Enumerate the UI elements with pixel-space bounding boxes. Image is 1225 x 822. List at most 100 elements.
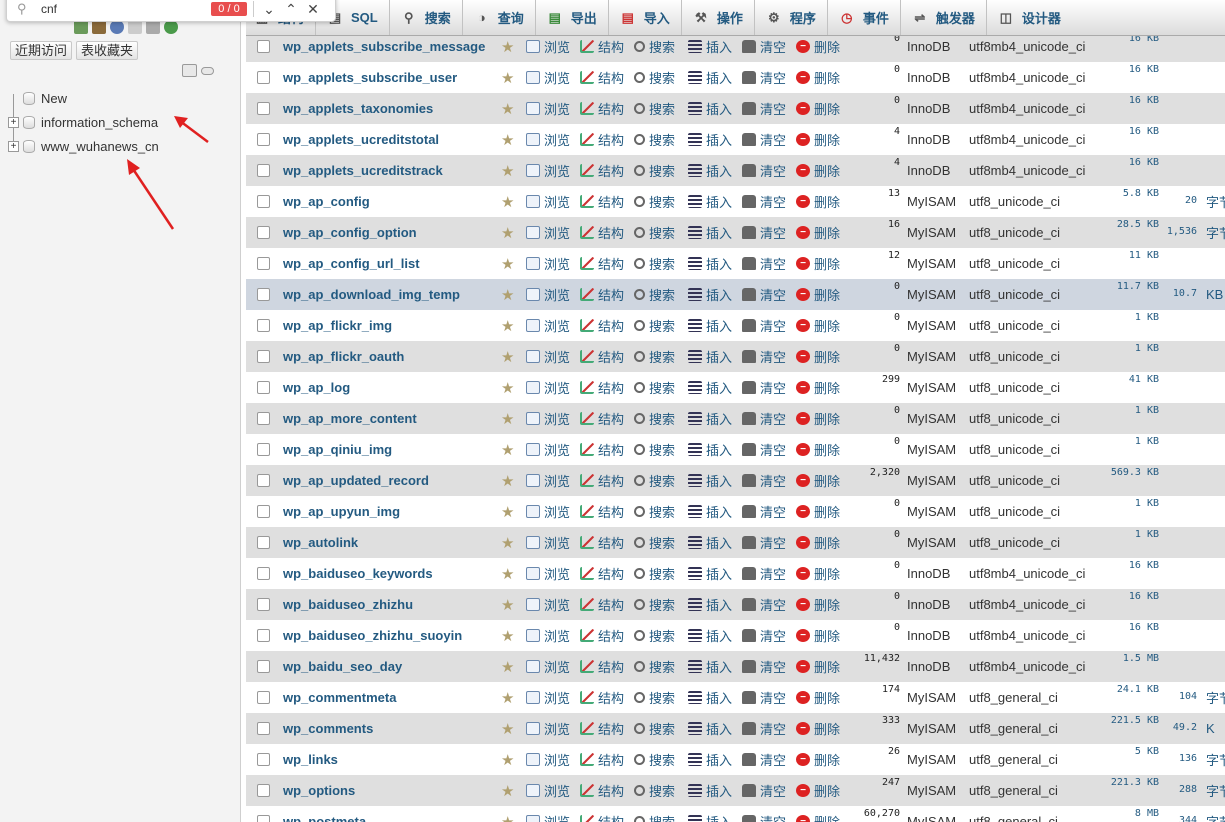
- row-checkbox[interactable]: [257, 102, 270, 115]
- search-link[interactable]: 搜索: [634, 254, 675, 273]
- browse-link[interactable]: 浏览: [526, 347, 570, 366]
- table-size[interactable]: 16 KB: [1091, 126, 1159, 137]
- search-link[interactable]: 搜索: [634, 564, 675, 583]
- structure-link[interactable]: 结构: [580, 254, 624, 273]
- empty-link[interactable]: 清空: [742, 409, 786, 428]
- insert-link[interactable]: 插入: [688, 471, 732, 490]
- table-name-link[interactable]: wp_baiduseo_zhizhu: [283, 597, 413, 612]
- table-size[interactable]: 41 KB: [1091, 374, 1159, 385]
- structure-link[interactable]: 结构: [580, 316, 624, 335]
- collapse-all-icon[interactable]: [182, 64, 197, 77]
- empty-link[interactable]: 清空: [742, 781, 786, 800]
- table-row[interactable]: wp_applets_ucreditstotal ★ 浏览 结构 搜索 插入 清空 − 删除 4 I…: [246, 124, 1225, 155]
- browse-link[interactable]: 浏览: [526, 161, 570, 180]
- drop-link[interactable]: −删除: [796, 626, 840, 645]
- table-size[interactable]: 8 MB: [1091, 808, 1159, 819]
- table-row[interactable]: wp_baiduseo_zhizhu_suoyin ★ 浏览 结构 搜索 插入 清空 − 删除 0…: [246, 620, 1225, 651]
- search-link[interactable]: 搜索: [634, 409, 675, 428]
- insert-link[interactable]: 插入: [688, 595, 732, 614]
- drop-link[interactable]: −删除: [796, 37, 840, 56]
- table-row[interactable]: wp_applets_subscribe_user ★ 浏览 结构 搜索 插入 清空 − 删除 0…: [246, 62, 1225, 93]
- table-size[interactable]: 16 KB: [1091, 95, 1159, 106]
- search-link[interactable]: 搜索: [634, 626, 675, 645]
- table-name-link[interactable]: wp_applets_subscribe_user: [283, 70, 457, 85]
- insert-link[interactable]: 插入: [688, 440, 732, 459]
- table-size[interactable]: 1 KB: [1091, 498, 1159, 509]
- empty-link[interactable]: 清空: [742, 161, 786, 180]
- empty-link[interactable]: 清空: [742, 440, 786, 459]
- insert-link[interactable]: 插入: [688, 192, 732, 211]
- browse-link[interactable]: 浏览: [526, 192, 570, 211]
- drop-link[interactable]: −删除: [796, 688, 840, 707]
- expand-icon[interactable]: +: [8, 116, 19, 128]
- empty-link[interactable]: 清空: [742, 595, 786, 614]
- table-name-link[interactable]: wp_autolink: [283, 535, 358, 550]
- table-row[interactable]: wp_ap_log ★ 浏览 结构 搜索 插入 清空 − 删除 299 MyISAM utf8_uni…: [246, 372, 1225, 403]
- search-link[interactable]: 搜索: [634, 161, 675, 180]
- row-checkbox[interactable]: [257, 381, 270, 394]
- insert-link[interactable]: 插入: [688, 68, 732, 87]
- table-size[interactable]: 28.5 KB: [1091, 219, 1159, 230]
- browse-link[interactable]: 浏览: [526, 564, 570, 583]
- insert-link[interactable]: 插入: [688, 316, 732, 335]
- insert-link[interactable]: 插入: [688, 130, 732, 149]
- table-size[interactable]: 1 KB: [1091, 343, 1159, 354]
- table-overhead[interactable]: 20: [1161, 195, 1197, 206]
- reload-icon[interactable]: [164, 20, 178, 34]
- table-name-link[interactable]: wp_links: [283, 752, 338, 767]
- search-link[interactable]: 搜索: [634, 192, 675, 211]
- table-name-link[interactable]: wp_ap_updated_record: [283, 473, 429, 488]
- insert-link[interactable]: 插入: [688, 626, 732, 645]
- structure-link[interactable]: 结构: [580, 68, 624, 87]
- table-name-link[interactable]: wp_ap_upyun_img: [283, 504, 400, 519]
- browse-link[interactable]: 浏览: [526, 471, 570, 490]
- drop-link[interactable]: −删除: [796, 719, 840, 738]
- browse-link[interactable]: 浏览: [526, 99, 570, 118]
- table-name-link[interactable]: wp_postmeta: [283, 814, 366, 822]
- empty-link[interactable]: 清空: [742, 471, 786, 490]
- empty-link[interactable]: 清空: [742, 719, 786, 738]
- insert-link[interactable]: 插入: [688, 37, 732, 56]
- table-name-link[interactable]: wp_ap_flickr_oauth: [283, 349, 404, 364]
- structure-link[interactable]: 结构: [580, 688, 624, 707]
- search-link[interactable]: 搜索: [634, 378, 675, 397]
- browse-link[interactable]: 浏览: [526, 223, 570, 242]
- structure-link[interactable]: 结构: [580, 223, 624, 242]
- drop-link[interactable]: −删除: [796, 130, 840, 149]
- row-checkbox[interactable]: [257, 722, 270, 735]
- tab-operations[interactable]: ⚒ 操作: [682, 0, 755, 35]
- search-link[interactable]: 搜索: [634, 595, 675, 614]
- browse-link[interactable]: 浏览: [526, 502, 570, 521]
- table-row[interactable]: wp_comments ★ 浏览 结构 搜索 插入 清空 − 删除 333 MyISAM utf8_g…: [246, 713, 1225, 744]
- browse-link[interactable]: 浏览: [526, 781, 570, 800]
- favorite-star-icon[interactable]: ★: [501, 813, 514, 822]
- browse-link[interactable]: 浏览: [526, 626, 570, 645]
- empty-link[interactable]: 清空: [742, 37, 786, 56]
- structure-link[interactable]: 结构: [580, 99, 624, 118]
- table-row[interactable]: wp_ap_qiniu_img ★ 浏览 结构 搜索 插入 清空 − 删除 0 MyISAM utf8…: [246, 434, 1225, 465]
- expand-icon[interactable]: +: [8, 140, 19, 152]
- docs-icon[interactable]: [128, 20, 142, 34]
- insert-link[interactable]: 插入: [688, 347, 732, 366]
- favorite-star-icon[interactable]: ★: [501, 565, 514, 583]
- structure-link[interactable]: 结构: [580, 657, 624, 676]
- table-name-link[interactable]: wp_ap_config_url_list: [283, 256, 420, 271]
- structure-link[interactable]: 结构: [580, 781, 624, 800]
- structure-link[interactable]: 结构: [580, 285, 624, 304]
- drop-link[interactable]: −删除: [796, 316, 840, 335]
- table-name-link[interactable]: wp_ap_more_content: [283, 411, 417, 426]
- table-row[interactable]: wp_postmeta ★ 浏览 结构 搜索 插入 清空 −删除 60,270 MyISAM utf…: [246, 806, 1225, 822]
- table-size[interactable]: 1 KB: [1091, 312, 1159, 323]
- drop-link[interactable]: −删除: [796, 254, 840, 273]
- table-name-link[interactable]: wp_ap_config_option: [283, 225, 417, 240]
- insert-link[interactable]: 插入: [688, 409, 732, 428]
- tab-routines[interactable]: ⚙ 程序: [755, 0, 828, 35]
- search-link[interactable]: 搜索: [634, 99, 675, 118]
- home-icon[interactable]: [74, 20, 88, 34]
- chevron-down-icon[interactable]: ⌄: [258, 1, 280, 18]
- insert-link[interactable]: 插入: [688, 781, 732, 800]
- favorite-star-icon[interactable]: ★: [501, 38, 514, 56]
- table-name-link[interactable]: wp_applets_subscribe_message: [283, 39, 485, 54]
- table-row[interactable]: wp_ap_config ★ 浏览 结构 搜索 插入 清空 − 删除 13 MyISAM utf8_u…: [246, 186, 1225, 217]
- tab-events[interactable]: ◷ 事件: [828, 0, 901, 35]
